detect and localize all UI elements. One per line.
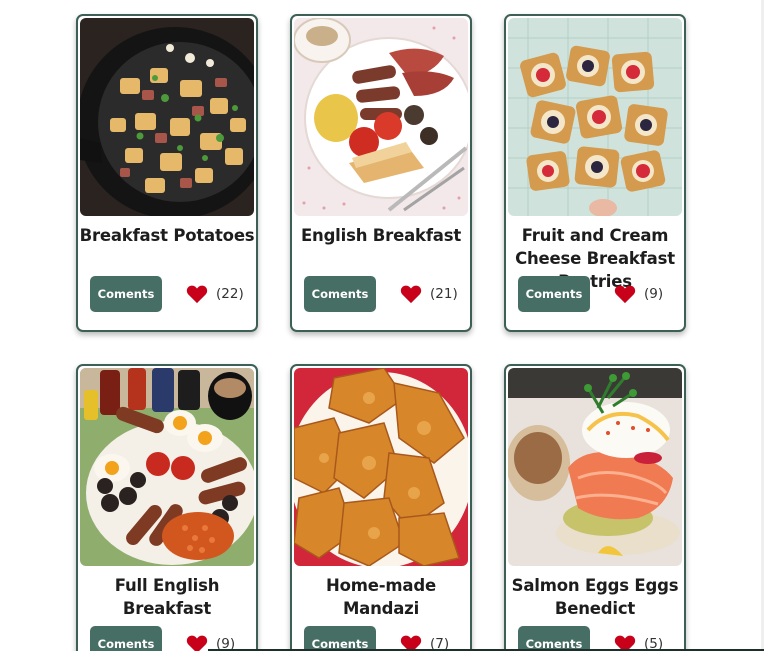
like-count: (21) (430, 286, 458, 302)
like-count: (9) (644, 286, 664, 302)
recipe-card[interactable]: Breakfast Potatoes Coments (22) (76, 14, 258, 332)
mandazi-photo (294, 368, 468, 566)
recipe-title[interactable]: Salmon Eggs Eggs Benedict (506, 574, 684, 620)
recipe-card[interactable]: Full English Breakfast Coments (9) (76, 364, 258, 651)
comments-button[interactable]: Coments (90, 626, 162, 651)
recipe-title[interactable]: Home-made Mandazi (292, 574, 470, 620)
recipe-photo[interactable] (80, 368, 254, 566)
recipe-photo[interactable] (80, 18, 254, 216)
fruit-pastries-photo (508, 18, 682, 216)
skillet-potatoes-photo (80, 18, 254, 216)
recipe-grid: Breakfast Potatoes Coments (22) English … (76, 14, 686, 651)
recipe-photo[interactable] (508, 18, 682, 216)
recipe-card[interactable]: Salmon Eggs Eggs Benedict Coments (5) (504, 364, 686, 651)
comments-button[interactable]: Coments (304, 626, 376, 651)
recipe-title[interactable]: Full English Breakfast (78, 574, 256, 620)
english-breakfast-plate-photo (294, 18, 468, 216)
recipe-page: Breakfast Potatoes Coments (22) English … (0, 0, 764, 651)
recipe-card[interactable]: Fruit and Cream Cheese Breakfast Pastrie… (504, 14, 686, 332)
recipe-title[interactable]: Breakfast Potatoes (78, 224, 256, 247)
comments-button[interactable]: Coments (304, 276, 376, 312)
salmon-eggs-benedict-photo (508, 368, 682, 566)
like-count: (22) (216, 286, 244, 302)
comments-button[interactable]: Coments (518, 626, 590, 651)
heart-icon[interactable] (186, 634, 208, 651)
heart-icon[interactable] (400, 284, 422, 304)
recipe-title[interactable]: English Breakfast (292, 224, 470, 247)
heart-icon[interactable] (186, 284, 208, 304)
recipe-photo[interactable] (508, 368, 682, 566)
heart-icon[interactable] (614, 284, 636, 304)
comments-button[interactable]: Coments (90, 276, 162, 312)
recipe-card[interactable]: English Breakfast Coments (21) (290, 14, 472, 332)
recipe-card[interactable]: Home-made Mandazi Coments (7) (290, 364, 472, 651)
comments-button[interactable]: Coments (518, 276, 590, 312)
full-english-breakfast-photo (80, 368, 254, 566)
recipe-photo[interactable] (294, 18, 468, 216)
recipe-photo[interactable] (294, 368, 468, 566)
